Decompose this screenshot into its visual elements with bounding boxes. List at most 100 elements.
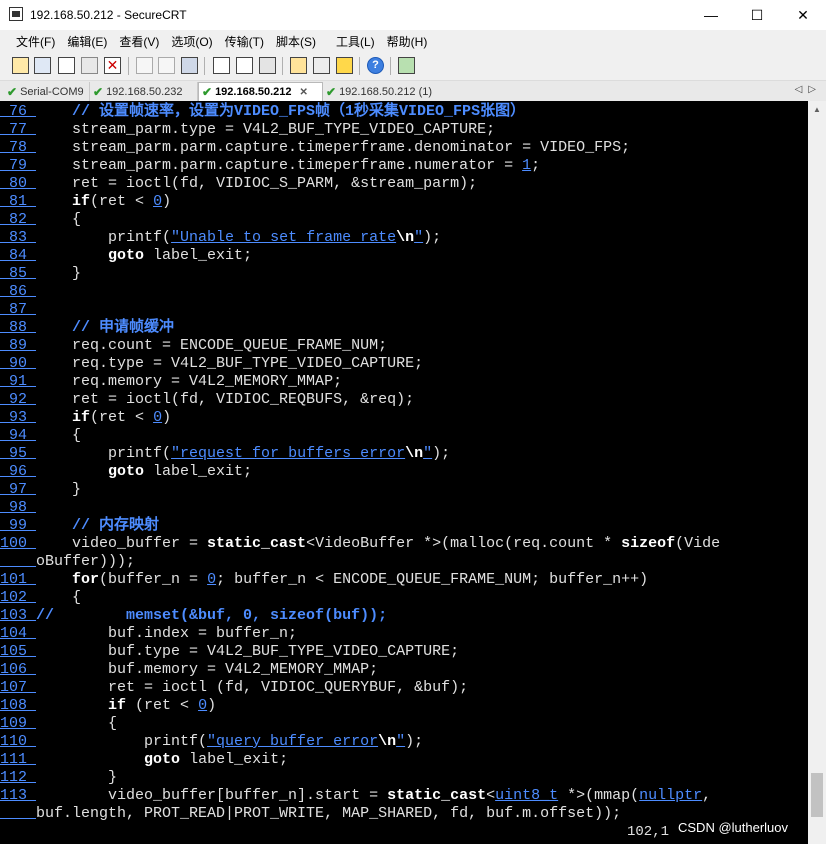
code-token: 0 [198, 697, 208, 714]
code-line: 106 buf.memory = V4L2_MEMORY_MMAP; [0, 661, 720, 679]
code-line: 109 { [0, 715, 720, 733]
line-number: 110 [0, 733, 37, 750]
code-line: 113 video_buffer[buffer_n].start = stati… [0, 787, 720, 805]
code-token: ); [423, 229, 442, 246]
title-bar: 192.168.50.212 - SecureCRT — ☐ ✕ [0, 0, 826, 30]
line-number: 109 [0, 715, 37, 732]
line-number: 104 [0, 625, 37, 642]
scroll-up-arrow-icon[interactable]: ▲ [808, 101, 826, 117]
menu-transfer[interactable]: 传输(T) [219, 33, 270, 50]
toolbar: ✕ ? [0, 52, 826, 81]
code-token: sizeof [621, 535, 676, 552]
minimize-button[interactable]: — [688, 0, 734, 30]
code-line: 81 if(ret < 0) [0, 193, 720, 211]
close-button[interactable]: ✕ [780, 0, 826, 30]
tab-serial-com9[interactable]: ✔ Serial-COM9 [4, 82, 90, 101]
session-options-icon[interactable] [290, 57, 307, 74]
menu-bar: 文件(F) 编辑(E) 查看(V) 选项(O) 传输(T) 脚本(S) 工具(L… [0, 30, 826, 52]
menu-edit[interactable]: 编辑(E) [61, 33, 113, 50]
connect-in-tab-icon[interactable] [58, 57, 75, 74]
line-number: 77 [0, 121, 37, 138]
code-token: printf( [36, 733, 208, 750]
print-selection-icon[interactable] [236, 57, 253, 74]
maximize-button[interactable]: ☐ [734, 0, 780, 30]
print-icon[interactable] [259, 57, 276, 74]
code-token: oBuffer))); [36, 553, 136, 570]
code-token: if [72, 193, 91, 210]
code-token: ); [405, 733, 424, 750]
menu-script[interactable]: 脚本(S) [270, 33, 322, 50]
code-line: 83 printf("Unable to set frame rate\n"); [0, 229, 720, 247]
code-token: 0 [153, 193, 163, 210]
connected-check-icon: ✔ [202, 85, 213, 99]
find-icon[interactable] [181, 57, 198, 74]
scrollbar-thumb[interactable] [811, 773, 823, 817]
terminal-view[interactable]: 76 // 设置帧速率，设置为VIDEO_FPS帧（1秒采集VIDEO_FPS张… [0, 101, 808, 844]
connected-check-icon: ✔ [7, 84, 18, 99]
securecrt-app-icon[interactable] [9, 7, 23, 21]
code-token: } [36, 769, 118, 786]
code-line: 100 video_buffer = static_cast<VideoBuff… [0, 535, 720, 553]
paste-icon[interactable] [158, 57, 175, 74]
code-line: 101 for(buffer_n = 0; buffer_n < ENCODE_… [0, 571, 720, 589]
menu-help[interactable]: 帮助(H) [381, 33, 434, 50]
code-line: 111 goto label_exit; [0, 751, 720, 769]
code-token: (ret < [126, 697, 199, 714]
line-number: 98 [0, 499, 37, 516]
global-options-icon[interactable] [313, 57, 330, 74]
keymap-icon[interactable] [336, 57, 353, 74]
session-tab-bar: ✔ Serial-COM9 ✔ 192.168.50.232 ✔ 192.168.50… [0, 81, 826, 102]
menu-view[interactable]: 查看(V) [113, 33, 165, 50]
code-token: static_cast [207, 535, 307, 552]
code-line: 107 ret = ioctl (fd, VIDIOC_QUERYBUF, &b… [0, 679, 720, 697]
code-line: 86 [0, 283, 720, 301]
menu-options[interactable]: 选项(O) [165, 33, 218, 50]
vertical-scrollbar[interactable]: ▲ [808, 101, 826, 844]
code-token: , [702, 787, 712, 804]
connect-icon[interactable] [12, 57, 29, 74]
disconnect-icon[interactable]: ✕ [104, 57, 121, 74]
menu-tools[interactable]: 工具(L) [330, 33, 381, 50]
code-line: 110 printf("query buffer error\n"); [0, 733, 720, 751]
connected-check-icon: ✔ [326, 84, 337, 99]
screenshot-icon[interactable] [398, 57, 415, 74]
reconnect-icon[interactable] [81, 57, 98, 74]
line-number: 95 [0, 445, 37, 462]
line-number: 96 [0, 463, 37, 480]
cursor-position-status: 102,1 [627, 824, 670, 840]
print-setup-icon[interactable] [213, 57, 230, 74]
code-token: ret = ioctl(fd, VIDIOC_REQBUFS, &req); [36, 391, 415, 408]
code-token: "query buffer error [207, 733, 379, 750]
tab-192-168-50-232[interactable]: ✔ 192.168.50.232 [90, 82, 198, 101]
code-token: stream_parm.type = V4L2_BUF_TYPE_VIDEO_C… [36, 121, 496, 138]
code-line: 104 buf.index = buffer_n; [0, 625, 720, 643]
tab-192-168-50-212[interactable]: ✔ 192.168.50.212 ✕ [198, 82, 323, 101]
code-token: (ret < [90, 409, 154, 426]
code-token: } [36, 265, 82, 282]
line-number: 111 [0, 751, 37, 768]
code-token: if [72, 409, 91, 426]
code-token: *>(mmap( [558, 787, 640, 804]
code-line: oBuffer))); [0, 553, 720, 571]
code-token: for [72, 571, 100, 588]
code-token: printf( [36, 229, 172, 246]
quick-connect-icon[interactable] [34, 57, 51, 74]
code-line: 105 buf.type = V4L2_BUF_TYPE_VIDEO_CAPTU… [0, 643, 720, 661]
code-token: goto [144, 751, 181, 768]
code-token: { [36, 715, 118, 732]
help-icon[interactable]: ? [367, 57, 384, 74]
code-token: // 内存映射 [72, 517, 160, 534]
copy-icon[interactable] [136, 57, 153, 74]
code-token: req.count = ENCODE_QUEUE_FRAME_NUM; [36, 337, 388, 354]
code-line: 112 } [0, 769, 720, 787]
tab-scroll-arrows-icon[interactable]: ◁▷ [795, 84, 822, 95]
tab-192-168-50-212-1[interactable]: ✔ 192.168.50.212 (1) [323, 82, 441, 101]
line-number: 82 [0, 211, 37, 228]
menu-file[interactable]: 文件(F) [10, 33, 61, 50]
line-number: 108 [0, 697, 37, 714]
code-token: "request for buffers error [171, 445, 406, 462]
tab-close-icon[interactable]: ✕ [300, 87, 308, 98]
code-token: " [423, 445, 433, 462]
